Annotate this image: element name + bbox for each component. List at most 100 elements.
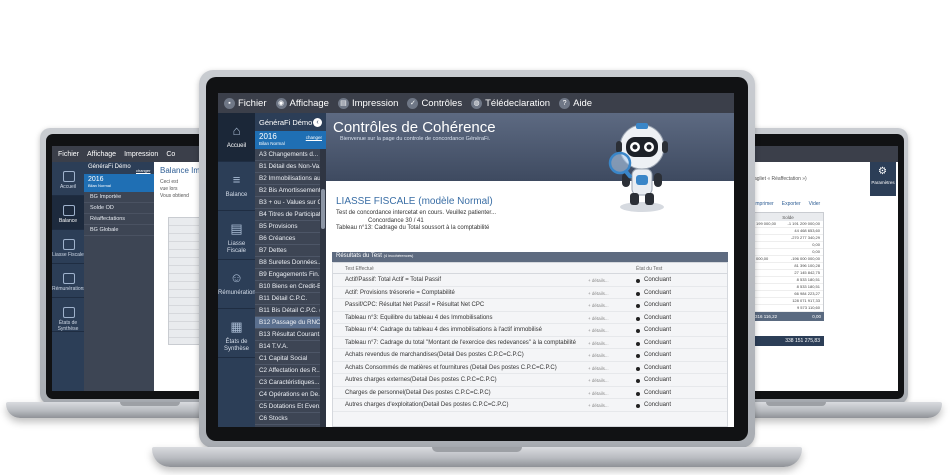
table-row: 0,00 xyxy=(753,249,823,256)
printer-icon: ▤ xyxy=(337,97,349,109)
menu-impression-label: Impression xyxy=(351,97,399,109)
left-menu-fichier[interactable]: Fichier xyxy=(58,151,79,158)
details-link[interactable]: + détails... xyxy=(588,291,609,296)
left-sidebar-remunerations[interactable]: Rémunérations xyxy=(52,264,86,298)
nav-item[interactable]: B2 Immobilisations au... xyxy=(255,173,320,185)
nav-item[interactable]: B10 Biens en Credit-Bail xyxy=(255,281,320,293)
right-total-left: 316 116,22 xyxy=(755,314,778,319)
details-link[interactable]: + détails... xyxy=(588,378,609,383)
left-sidebar-etats[interactable]: États de Synthèse xyxy=(52,298,84,332)
details-link[interactable]: + détails... xyxy=(588,353,609,358)
details-link[interactable]: + détails... xyxy=(588,366,609,371)
nav-item[interactable]: B8 Suretes Données... xyxy=(255,257,320,269)
left-year-change-link[interactable]: changer xyxy=(136,168,150,173)
menu-teledeclaration[interactable]: ◍ Télédeclaration xyxy=(471,97,550,109)
collapse-panel-icon[interactable]: ‹ xyxy=(313,117,322,127)
right-settings-button[interactable]: ⚙ Paramètres xyxy=(870,162,896,196)
nav-item[interactable]: B5 Provisions xyxy=(255,221,320,233)
menu-controles[interactable]: ✓ Contrôles xyxy=(407,97,462,109)
sidebar-accueil-label: Accueil xyxy=(226,143,247,149)
nav-item[interactable]: B1 Détail des Non-Va... xyxy=(255,161,320,173)
nav-item[interactable]: B12 Passage du RNC... xyxy=(255,317,320,329)
right-export-button[interactable]: Exporter xyxy=(782,201,801,207)
left-year: 2016 xyxy=(88,176,104,183)
help-icon: ? xyxy=(559,97,571,109)
sidebar-accueil[interactable]: ⌂ Accueil xyxy=(218,113,255,162)
nav-item[interactable]: B4 Titres de Participat... xyxy=(255,209,320,221)
nav-item[interactable]: C3 Caractéristiques... xyxy=(255,377,320,389)
right-clear-button[interactable]: Vider xyxy=(809,201,821,207)
table-row: Charges de personnel(Detail Des postes C… xyxy=(333,387,727,399)
nav-item[interactable]: B7 Dettes xyxy=(255,245,320,257)
nav-item[interactable]: C1 Capital Social xyxy=(255,353,320,365)
left-menu-affichage[interactable]: Affichage xyxy=(87,151,116,158)
details-link[interactable]: + détails... xyxy=(588,391,609,396)
table-row: 8 533 180,51 xyxy=(753,277,823,284)
nav-item[interactable]: B11 Détail C.P.C. xyxy=(255,293,320,305)
nav-item[interactable]: C2 Affectation des R... xyxy=(255,365,320,377)
right-laptop-screen: ⚙ Paramètres agliet « Réaffectation ») I… xyxy=(752,146,898,391)
nav-item[interactable]: B11 Bis Détail C.P.C. (s... xyxy=(255,305,320,317)
menu-impression[interactable]: ▤ Impression xyxy=(337,97,399,109)
col-test-header: Test Effectué xyxy=(345,266,374,272)
left-menu-controles[interactable]: Co xyxy=(166,151,175,158)
left-sidebar-balance[interactable]: Balance xyxy=(52,196,84,230)
status-badge: Concluant xyxy=(644,377,672,383)
fiscal-year-box[interactable]: 2016 Bilan Normal changer xyxy=(255,131,326,149)
left-year-box[interactable]: 2016 Bilan Normal changer xyxy=(84,168,154,192)
nav-item[interactable]: B14 T.V.A. xyxy=(255,341,320,353)
right-print-button[interactable]: Imprimer xyxy=(754,201,774,207)
nav-item[interactable]: B6 Créances xyxy=(255,233,320,245)
right-main: ⚙ Paramètres agliet « Réaffectation ») I… xyxy=(752,146,898,391)
left-nav-item[interactable]: Solde OD xyxy=(84,203,154,214)
sidebar-etats-synthese[interactable]: ▦ États de Synthèse xyxy=(218,309,255,358)
sidebar-balance[interactable]: ≡ Balance xyxy=(218,162,255,211)
menu-aide-label: Aide xyxy=(573,97,593,109)
test-label: Passif/CPC: Résultat Net Passif = Résult… xyxy=(345,302,485,308)
sidebar-liasse-fiscale[interactable]: ▤ Liasse Fiscale xyxy=(218,211,255,260)
left-sidebar-liasse[interactable]: Liasse Fiscale xyxy=(52,230,84,264)
nav-item[interactable]: B9 Engagements Fin... xyxy=(255,269,320,281)
table-row: 0,00 xyxy=(753,242,823,249)
center-nav-panel: GénéraFi Démo ‹ 2016 Bilan Normal change… xyxy=(255,113,326,427)
results-header: Résultats du Test (4 incohérences) xyxy=(332,252,728,262)
menu-affichage-label: Affichage xyxy=(289,97,329,109)
left-nav-item[interactable]: Réaffectations xyxy=(84,214,154,225)
table-row: Tableau n°7: Cadrage du total "Montant d… xyxy=(333,337,727,349)
right-balance-table: Solde 199 000,00 -1 191 209 000,00 44 468… xyxy=(752,212,824,312)
menu-affichage[interactable]: ◉ Affichage xyxy=(275,97,329,109)
details-link[interactable]: + détails... xyxy=(588,403,609,408)
menu-aide[interactable]: ? Aide xyxy=(559,97,593,109)
page-title: Contrôles de Cohérence xyxy=(333,119,496,136)
details-link[interactable]: + détails... xyxy=(588,341,609,346)
details-link[interactable]: + détails... xyxy=(588,328,609,333)
nav-item[interactable]: C5 Dotations Et Even... xyxy=(255,401,320,413)
test-label: Autres charges externes(Detail Des poste… xyxy=(345,377,497,383)
nav-list: A3 Changements d... B1 Détail des Non-Va.… xyxy=(255,149,320,427)
results-rows: Actif/Passif: Total Actif = Total Passif… xyxy=(333,274,727,412)
menu-fichier[interactable]: ▪ Fichier xyxy=(224,97,267,109)
info-line: Test de concordance intercetat en cours.… xyxy=(336,210,497,216)
nav-item[interactable]: B3 + ou - Values sur C... xyxy=(255,197,320,209)
nav-item[interactable]: B2 Bis Amortissements xyxy=(255,185,320,197)
left-nav-item[interactable]: BG Globale xyxy=(84,225,154,236)
left-nav-panel: GénéraFi Démo 2016 Bilan Normal changer … xyxy=(84,162,154,391)
nav-scrollbar-thumb[interactable] xyxy=(321,189,325,229)
nav-item[interactable]: A3 Changements d... xyxy=(255,149,320,161)
status-badge: Concluant xyxy=(644,402,672,408)
details-link[interactable]: + détails... xyxy=(588,316,609,321)
right-page-label: agliet « Réaffectation ») xyxy=(754,176,807,182)
nav-item[interactable]: C6 Stocks xyxy=(255,413,320,425)
left-menu-impression[interactable]: Impression xyxy=(124,151,158,158)
details-link[interactable]: + détails... xyxy=(588,278,609,283)
nav-item[interactable]: C4 Opérations en De... xyxy=(255,389,320,401)
change-year-link[interactable]: changer xyxy=(306,135,322,140)
table-row: 81 396 100,28 xyxy=(753,263,823,270)
sidebar-remunerations[interactable]: ☺ Rémunérations xyxy=(218,260,259,309)
details-link[interactable]: + détails... xyxy=(588,303,609,308)
left-nav-item[interactable]: BG Importée xyxy=(84,192,154,203)
nav-item[interactable]: B13 Résultat Courant... xyxy=(255,329,320,341)
gear-icon: ⚙ xyxy=(878,166,887,177)
left-sidebar-accueil[interactable]: Accueil xyxy=(52,162,84,196)
center-laptop-screen[interactable]: ▪ Fichier ◉ Affichage ▤ Impression ✓ Con… xyxy=(218,93,734,427)
